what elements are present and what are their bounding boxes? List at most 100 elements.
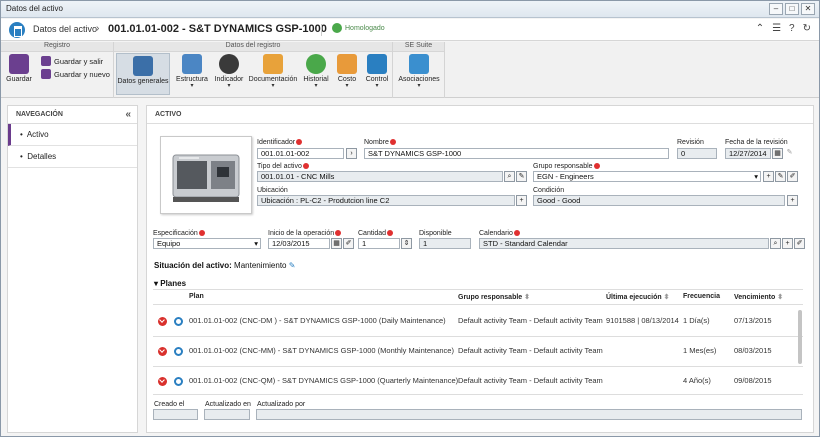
divider bbox=[153, 304, 803, 305]
folder-icon bbox=[263, 54, 283, 74]
sort-icon: ⬍ bbox=[524, 294, 531, 301]
maximize-button[interactable]: □ bbox=[785, 3, 799, 15]
datos-generales-button[interactable]: Datos generales bbox=[116, 53, 170, 95]
col-plan[interactable]: Plan bbox=[189, 293, 204, 300]
especificacion-label: Especificación bbox=[153, 230, 205, 237]
add-icon[interactable]: + bbox=[763, 171, 774, 182]
page-title: 001.01.01-002 - S&T DYNAMICS GSP-1000 bbox=[108, 23, 327, 35]
help-icon[interactable]: ? bbox=[789, 23, 795, 34]
add-icon[interactable]: + bbox=[782, 238, 793, 249]
window: Datos del activo – □ ✕ Datos del activo … bbox=[0, 0, 820, 437]
actualizado-en-field bbox=[204, 409, 250, 420]
control-button[interactable]: Control ▾ bbox=[363, 54, 391, 89]
save-button[interactable]: Guardar bbox=[5, 54, 33, 83]
col-frecuencia[interactable]: Frecuencia bbox=[683, 293, 720, 300]
costo-button[interactable]: Costo ▾ bbox=[333, 54, 361, 89]
asset-status: Situación del activo: Mantenimiento ✎ bbox=[154, 261, 296, 270]
associations-icon bbox=[409, 54, 429, 74]
required-icon bbox=[302, 163, 309, 170]
estructura-button[interactable]: Estructura ▾ bbox=[174, 54, 210, 89]
revision-field: 0 bbox=[677, 148, 717, 159]
breadcrumb[interactable]: Datos del activo bbox=[33, 24, 97, 34]
clear-icon[interactable]: ✐ bbox=[343, 238, 354, 249]
remove-icon[interactable] bbox=[158, 377, 167, 386]
search-icon[interactable]: ⌕ bbox=[770, 238, 781, 249]
creado-label: Creado el bbox=[154, 401, 185, 408]
status-badge: Homologado bbox=[345, 25, 385, 32]
identificador-field[interactable]: 001.01.01-002 bbox=[257, 148, 344, 159]
chevron-down-icon: ▾ bbox=[254, 239, 258, 248]
col-vencimiento[interactable]: Vencimiento ⬍ bbox=[734, 293, 783, 301]
asociaciones-button[interactable]: Asociaciones ▾ bbox=[397, 54, 441, 89]
stepper-icon[interactable]: ⇕ bbox=[401, 238, 412, 249]
col-ultima[interactable]: Última ejecución ⬍ bbox=[606, 293, 669, 301]
historial-button[interactable]: Historial ▾ bbox=[300, 54, 332, 89]
vencimiento-cell: 08/03/2015 bbox=[734, 346, 772, 355]
indicador-button[interactable]: Indicador ▾ bbox=[213, 54, 245, 89]
clear-icon[interactable]: ✎ bbox=[784, 148, 795, 159]
calendar-icon[interactable]: ▦ bbox=[331, 238, 342, 249]
grupo-select[interactable]: EGN - Engineers ▾ bbox=[533, 171, 761, 182]
app-logo-icon bbox=[9, 22, 25, 38]
plan-cell: 001.01.01-002 (CNC-QM) - S&T DYNAMICS GS… bbox=[189, 376, 459, 385]
sort-icon: ⬍ bbox=[663, 294, 670, 301]
required-icon bbox=[389, 139, 396, 146]
ubicacion-field[interactable]: Ubicación : PL-C2 - Produtcion line C2 bbox=[257, 195, 515, 206]
save-exit-button[interactable]: Guardar y salir bbox=[41, 56, 103, 66]
clear-icon[interactable]: ✐ bbox=[787, 171, 798, 182]
ubicacion-label: Ubicación bbox=[257, 187, 288, 194]
documentacion-button[interactable]: Documentación ▾ bbox=[248, 54, 298, 89]
edit-icon[interactable]: ✎ bbox=[775, 171, 786, 182]
save-new-button[interactable]: Guardar y nuevo bbox=[41, 69, 110, 79]
nav-item-detalles[interactable]: • Detalles bbox=[8, 146, 137, 168]
remove-icon[interactable] bbox=[158, 347, 167, 356]
cantidad-field[interactable]: 1 bbox=[358, 238, 400, 249]
condicion-field[interactable]: Good - Good bbox=[533, 195, 785, 206]
fecha-revision-field: 12/27/2014 bbox=[725, 148, 771, 159]
tipo-field[interactable]: 001.01.01 - CNC Mills bbox=[257, 171, 503, 182]
nav-item-activo[interactable]: • Activo bbox=[8, 124, 137, 146]
plan-link-icon[interactable] bbox=[174, 317, 183, 326]
asset-photo[interactable] bbox=[160, 136, 252, 214]
collapse-icon[interactable]: ⌃ bbox=[756, 23, 764, 34]
add-icon[interactable]: + bbox=[516, 195, 527, 206]
save-new-icon bbox=[41, 69, 51, 79]
actualizado-por-label: Actualizado por bbox=[257, 401, 306, 408]
nombre-field[interactable]: S&T DYNAMICS GSP-1000 bbox=[364, 148, 669, 159]
plan-link-icon[interactable] bbox=[174, 347, 183, 356]
minimize-button[interactable]: – bbox=[769, 3, 783, 15]
list-icon[interactable]: ☰ bbox=[772, 23, 781, 34]
remove-icon[interactable] bbox=[158, 317, 167, 326]
divider bbox=[153, 366, 803, 367]
ribbon-group-datos: Datos del registro Datos generales Estru… bbox=[114, 42, 393, 98]
refresh-icon[interactable]: ↻ bbox=[803, 23, 811, 34]
especificacion-select[interactable]: Equipo ▾ bbox=[153, 238, 261, 249]
divider bbox=[153, 394, 803, 395]
plan-cell: 001.01.01-002 (CNC-MM) - S&T DYNAMICS GS… bbox=[189, 346, 454, 355]
revision-label: Revisión bbox=[677, 139, 704, 146]
navigation-panel: NAVEGACIÓN « • Activo • Detalles bbox=[7, 105, 138, 433]
table-scrollbar[interactable] bbox=[798, 310, 802, 364]
required-icon bbox=[198, 230, 205, 237]
ribbon-group-se-suite: SE Suite Asociaciones ▾ bbox=[393, 42, 445, 98]
edit-icon[interactable]: ✎ bbox=[516, 171, 527, 182]
save-icon bbox=[9, 54, 29, 74]
add-icon[interactable]: + bbox=[787, 195, 798, 206]
general-data-icon bbox=[133, 56, 153, 76]
gauge-icon bbox=[219, 54, 239, 74]
collapse-panel-icon[interactable]: « bbox=[125, 109, 131, 120]
required-icon bbox=[387, 230, 394, 237]
search-icon[interactable]: ⌕ bbox=[504, 171, 515, 182]
window-title: Datos del activo bbox=[6, 4, 63, 13]
inicio-field[interactable]: 12/03/2015 bbox=[268, 238, 330, 249]
disponible-label: Disponible bbox=[419, 230, 452, 237]
next-arrow-button[interactable]: › bbox=[346, 148, 357, 159]
close-window-button[interactable]: ✕ bbox=[801, 3, 815, 15]
calendario-field[interactable]: STD - Standard Calendar bbox=[479, 238, 769, 249]
calendar-icon[interactable]: ▦ bbox=[772, 148, 783, 159]
fecha-revision-label: Fecha de la revisión bbox=[725, 139, 788, 146]
col-grupo[interactable]: Grupo responsable ⬍ bbox=[458, 293, 530, 301]
plans-section-toggle[interactable]: ▾ Planes bbox=[154, 279, 186, 288]
clear-icon[interactable]: ✐ bbox=[794, 238, 805, 249]
plan-link-icon[interactable] bbox=[174, 377, 183, 386]
